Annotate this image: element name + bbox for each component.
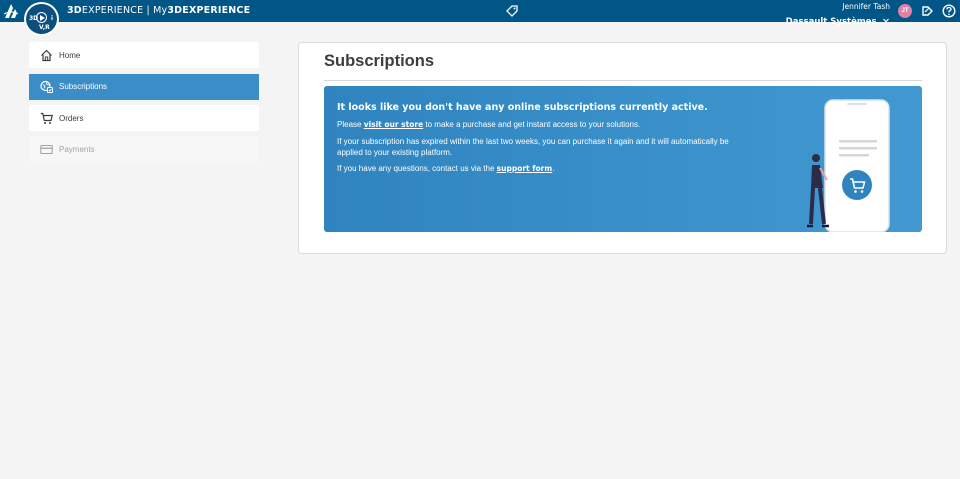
top-bar: 3DEXPERIENCE | My3DEXPERIENCE Jennifer T… [0, 0, 960, 27]
banner-expired-line: If your subscription has expired within … [337, 137, 729, 157]
visit-store-link[interactable]: visit our store [364, 120, 423, 129]
avatar[interactable]: JT [898, 4, 912, 18]
shopping-phone-illustration [807, 99, 890, 232]
sidebar-item-home[interactable]: Home [29, 42, 259, 68]
brand-title: 3DEXPERIENCE | My3DEXPERIENCE [67, 5, 251, 16]
subscriptions-icon [40, 80, 53, 93]
sidebar-item-payments[interactable]: Payments [29, 136, 259, 163]
compass-icon[interactable]: 3D i V,R [24, 2, 59, 36]
help-icon[interactable] [942, 4, 956, 18]
sidebar: Home Subscriptions Orders Payments [29, 42, 259, 168]
sidebar-item-orders[interactable]: Orders [29, 105, 259, 131]
sidebar-item-label: Subscriptions [59, 82, 108, 91]
company-name: Dassault Systèmes [785, 17, 877, 27]
banner-support-line: If you have any questions, contact us vi… [337, 164, 555, 173]
banner-store-line: Please visit our store to make a purchas… [337, 120, 641, 129]
share-icon[interactable] [920, 4, 934, 18]
user-menu[interactable]: Jennifer Tash Dassault Systèmes [786, 2, 890, 29]
sidebar-item-label: Payments [59, 145, 95, 154]
banner-heading: It looks like you don't have any online … [337, 102, 708, 113]
chevron-down-icon [883, 18, 889, 23]
subscriptions-card: Subscriptions It looks like you don't ha… [298, 42, 947, 254]
user-name: Jennifer Tash [842, 2, 890, 11]
cart-icon [40, 112, 53, 124]
page-title: Subscriptions [324, 52, 435, 70]
empty-state-banner: It looks like you don't have any online … [324, 86, 922, 232]
play-icon [36, 12, 47, 23]
home-icon [41, 49, 52, 61]
sidebar-item-subscriptions[interactable]: Subscriptions [29, 73, 259, 100]
sidebar-item-label: Home [59, 50, 81, 60]
divider [324, 80, 922, 81]
dassault-logo-icon[interactable] [3, 2, 19, 20]
credit-card-icon [40, 144, 53, 155]
sidebar-item-label: Orders [59, 113, 84, 123]
support-form-link[interactable]: support form [497, 164, 553, 173]
tag-icon[interactable] [505, 4, 519, 18]
